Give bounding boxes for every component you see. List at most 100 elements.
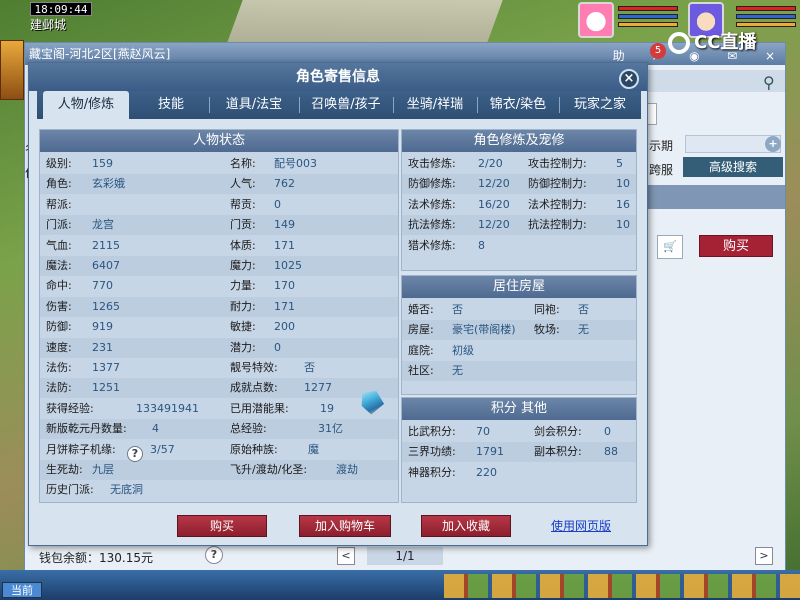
field-value: 149 [274,218,295,232]
tab-items[interactable]: 道具/法宝 [211,91,297,119]
pager-prev-button[interactable]: < [337,547,355,565]
field-label: 比武积分: [408,425,456,438]
table-row: 气血: 2115 体质: 171 [40,236,398,256]
field-label: 帮派: [46,197,72,211]
field-value: 否 [304,361,315,374]
field-value: 231 [92,340,113,354]
tab-separator [209,97,210,113]
list-header [645,185,785,209]
list-buy-button[interactable]: 购买 [699,235,773,257]
panel-title: 居住房屋 [402,276,636,298]
field-label: 原始种族: [230,442,278,456]
channel-button[interactable]: 当前 [2,582,42,598]
field-value: 31亿 [318,422,343,436]
field-value: 渡劫 [336,463,358,476]
field-label: 潜力: [230,340,256,354]
item-tray[interactable] [444,574,800,598]
field-label: 人气: [230,177,256,191]
field-value: 无 [452,364,463,378]
table-row: 婚否: 否 同袍: 否 [402,300,636,320]
field-value: 159 [92,157,113,170]
add-favorite-button[interactable]: 加入收藏 [421,515,511,537]
tab-mounts[interactable]: 坐骑/祥瑞 [395,91,475,119]
help-icon[interactable]: ? [127,446,143,462]
table-row: 命中: 770 力量: 170 [40,276,398,296]
table-row: 帮派: 帮贡: 0 [40,195,398,215]
tab-player-home[interactable]: 玩家之家 [561,91,639,119]
cc-logo-icon [668,32,690,54]
cart-icon[interactable]: 🛒 [657,235,683,259]
field-label: 成就点数: [230,381,278,395]
points-panel: 积分 其他 比武积分: 70 剑会积分: 0 三界功绩: 1791 副本积分: 88 神器积分:… [401,397,637,503]
table-row: 速度: 231 潜力: 0 [40,337,398,358]
field-label: 法防: [46,381,72,395]
pager-next-button[interactable]: > [755,547,773,565]
pet-avatar[interactable] [578,2,614,38]
field-label: 已用潜能果: [230,401,289,415]
field-value: 1251 [92,381,120,395]
field-label: 社区: [408,364,434,378]
tab-bar: 人物/修炼 技能 道具/法宝 召唤兽/孩子 坐骑/祥瑞 锦衣/染色 玩家之家 [37,91,641,119]
tab-separator [477,97,478,113]
field-value: 1377 [92,361,120,374]
field-value: 豪宅(带阁楼) [452,323,516,337]
field-label: 级别: [46,157,72,170]
close-icon[interactable]: × [619,69,639,89]
table-row: 级别: 159 名称: 配号003 [40,154,398,174]
table-row: 生死劫: 九层 飞升/渡劫/化圣: 渡劫 [40,460,398,480]
field-value: 770 [92,279,113,293]
field-value: 8 [478,238,485,252]
field-value: 12/20 [478,177,510,191]
dialog-title: 角色寄售信息 [29,63,647,91]
cc-logo-text: CC直播 [694,32,757,53]
game-side-icon[interactable] [0,40,24,100]
field-value: 220 [476,465,497,479]
field-label: 力量: [230,279,256,293]
role-sale-dialog: 角色寄售信息 × 人物/修炼 技能 道具/法宝 召唤兽/孩子 坐骑/祥瑞 锦衣/… [28,62,648,546]
field-label: 房屋: [408,323,434,337]
game-bottom-bar [0,570,800,600]
field-value: 4 [152,422,159,436]
tab-skills[interactable]: 技能 [133,91,209,119]
field-label: 生死劫: [46,463,83,476]
table-row: 社区: 无 [402,361,636,382]
tab-pets[interactable]: 召唤兽/孩子 [301,91,391,119]
expire-label: 示期 [649,139,674,153]
plus-icon[interactable]: + [765,136,781,152]
table-row: 获得经验: 133491941 已用潜能果: 19 [40,399,398,419]
field-value: 1265 [92,299,120,313]
field-value: 无 [578,323,589,337]
add-to-cart-button[interactable]: 加入购物车 [299,515,391,537]
field-label: 魔法: [46,259,72,272]
web-version-link[interactable]: 使用网页版 [551,515,611,537]
field-label: 法术控制力: [528,197,587,211]
table-row: 猎术修炼: 8 [402,236,636,256]
table-row: 房屋: 豪宅(带阁楼) 牧场: 无 [402,320,636,341]
search-icon[interactable]: ⚲ [763,73,775,92]
table-row: 伤害: 1265 耐力: 171 [40,296,398,317]
table-row: 门派: 龙宫 门贡: 149 [40,215,398,236]
table-row: 魔法: 6407 魔力: 1025 [40,256,398,276]
advanced-search-button[interactable]: 高级搜索 [683,157,783,177]
field-value: 10 [616,177,630,191]
field-label: 耐力: [230,299,256,313]
field-value: 魔 [308,442,319,456]
table-row: 历史门派: 无底洞 [40,480,398,500]
field-label: 剑会积分: [534,425,582,438]
field-label: 月饼粽子机缘: [46,442,116,456]
table-row: 防御: 919 敏捷: 200 [40,317,398,337]
field-value: 19 [320,401,334,415]
help-icon[interactable]: ? [205,546,223,564]
field-label: 抗法修炼: [408,218,456,232]
field-value: 1791 [476,445,504,459]
field-value: 2/20 [478,157,503,170]
table-row: 角色: 玄彩娥 人气: 762 [40,174,398,195]
field-value: 0 [274,340,281,354]
tab-costume[interactable]: 锦衣/染色 [479,91,557,119]
table-row: 神器积分: 220 [402,463,636,483]
field-value: 5 [616,157,623,170]
buy-button[interactable]: 购买 [177,515,267,537]
tab-character[interactable]: 人物/修炼 [43,91,129,119]
field-label: 飞升/渡劫/化圣: [230,463,308,476]
field-label: 抗法控制力: [528,218,587,232]
